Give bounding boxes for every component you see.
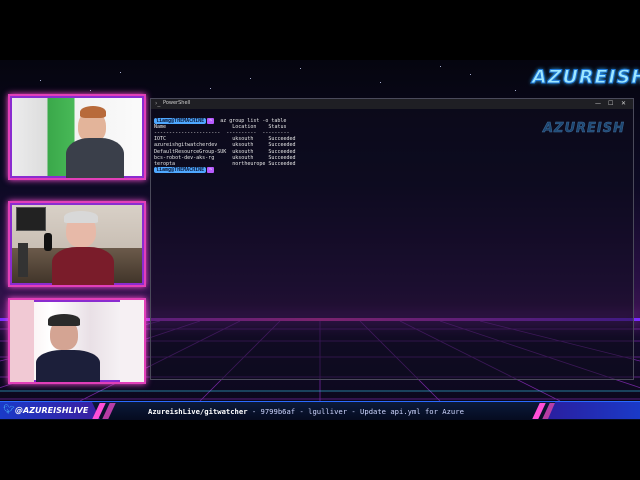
row-name: IOTC <box>154 136 167 143</box>
ticker-right-tab <box>548 402 640 419</box>
commit-repo: AzureishLive/gitwatcher <box>148 407 248 416</box>
table-separator: ---------------------- ---------- ------… <box>154 130 290 137</box>
terminal-title: PowerShell <box>163 100 191 106</box>
maximize-button[interactable]: ☐ <box>608 100 613 107</box>
row-location: uksouth <box>232 136 254 143</box>
row-location: uksouth <box>232 148 254 155</box>
row-status: Succeeded <box>268 148 296 155</box>
twitter-handle: @AZUREISHLIVE <box>15 406 89 415</box>
row-location: uksouth <box>232 142 254 149</box>
row-location: uksouth <box>232 154 254 161</box>
row-name: teropta <box>154 160 176 167</box>
powershell-icon: ›_ <box>155 100 161 107</box>
webcam-host-3 <box>8 298 146 384</box>
table-header-name: Name <box>154 124 167 131</box>
row-status: Succeeded <box>268 142 296 149</box>
row-status: Succeeded <box>268 160 296 167</box>
commit-message: AzureishLive/gitwatcher - 9799b6af - lgu… <box>148 407 464 416</box>
azureish-logo: AZUREISH <box>531 66 640 89</box>
row-location: northeurope <box>232 160 266 167</box>
minimize-button[interactable]: — <box>595 100 601 107</box>
terminal-output[interactable]: liamg@THEMACHINE ~ az group list -o table… <box>154 112 296 179</box>
stream-overlay: AZUREISH ›_ PowerShell — ☐ ✕ AZUREISH li… <box>0 60 640 420</box>
row-status: Succeeded <box>268 136 296 143</box>
letterbox-top <box>0 0 640 60</box>
row-name: azureishgitwatcherdev <box>154 142 218 149</box>
row-name: bcs-robot-dev-aks-rg <box>154 154 215 161</box>
commit-details: - 9799b6af - lgulliver - Update api.yml … <box>247 407 464 416</box>
row-name: DefaultResourceGroup-SUK <box>154 148 227 155</box>
prompt-user: liamg@THEMACHINE <box>154 166 207 173</box>
webcam-host-1 <box>8 94 146 180</box>
close-button[interactable]: ✕ <box>621 100 626 107</box>
letterbox-bottom <box>0 420 640 480</box>
table-header-status: Status <box>268 124 287 131</box>
table-header-location: Location <box>232 124 257 131</box>
twitter-icon: 🐦︎ <box>3 405 15 415</box>
prompt-arrow: ~ <box>207 118 215 125</box>
powershell-window[interactable]: ›_ PowerShell — ☐ ✕ AZUREISH liamg@THEMA… <box>150 98 634 380</box>
prompt-arrow: ~ <box>207 166 215 173</box>
row-status: Succeeded <box>268 154 296 161</box>
webcam-host-2 <box>8 201 146 287</box>
terminal-watermark-logo: AZUREISH <box>543 121 626 137</box>
command-text: az group list -o table <box>220 118 287 125</box>
terminal-titlebar[interactable]: ›_ PowerShell — ☐ ✕ <box>151 99 633 109</box>
